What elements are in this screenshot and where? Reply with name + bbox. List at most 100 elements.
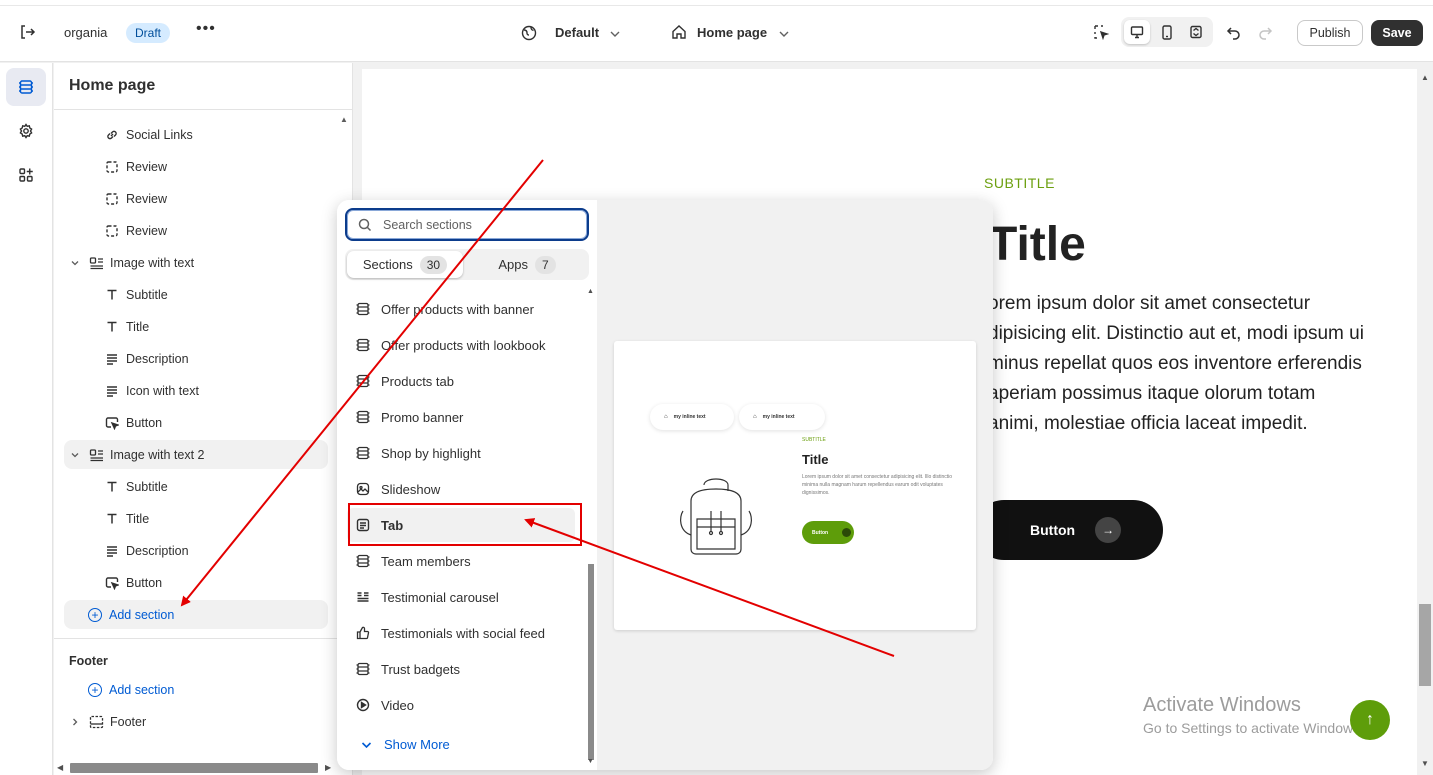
section-option[interactable]: Products tab bbox=[347, 364, 575, 398]
tree-block-social-links[interactable]: Social Links bbox=[64, 120, 328, 149]
inspector-icon[interactable] bbox=[1093, 24, 1110, 41]
bag-icon: ⌂ bbox=[753, 414, 757, 420]
settings-rail-button[interactable] bbox=[6, 112, 46, 150]
plus-circle-icon: + bbox=[88, 682, 102, 697]
backpack-illustration bbox=[680, 478, 752, 555]
section-option-label: Shop by highlight bbox=[381, 445, 481, 461]
desktop-view-button[interactable] bbox=[1124, 20, 1150, 44]
more-actions-button[interactable]: ••• bbox=[196, 20, 216, 38]
scroll-down-arrow[interactable]: ▼ bbox=[587, 758, 594, 765]
tree-row-label: Title bbox=[126, 319, 150, 334]
section-list-panel: Sections 30 Apps 7 Offer products with b… bbox=[337, 200, 597, 770]
tree-block-review[interactable]: Review bbox=[64, 152, 328, 181]
show-more-button[interactable]: Show More bbox=[361, 737, 450, 752]
scroll-up-arrow[interactable]: ▲ bbox=[340, 115, 348, 124]
section-option[interactable]: Slideshow bbox=[347, 472, 575, 506]
picker-scrollbar[interactable]: ▲ ▼ bbox=[586, 288, 596, 766]
preview-chip: ⌂ my inline text bbox=[739, 404, 825, 430]
tree-section-image-with-text-2[interactable]: Image with text 2 bbox=[64, 440, 328, 469]
search-sections[interactable] bbox=[345, 208, 589, 241]
tree-block-review[interactable]: Review bbox=[64, 184, 328, 213]
section-option[interactable]: Offer products with banner bbox=[347, 292, 575, 326]
scroll-to-top-button[interactable]: ↑ bbox=[1350, 700, 1390, 740]
tree-block-review[interactable]: Review bbox=[64, 216, 328, 245]
text-icon bbox=[104, 511, 120, 527]
device-toggle bbox=[1121, 17, 1213, 47]
card-title: Title bbox=[802, 452, 829, 467]
theme-selector[interactable]: Default bbox=[555, 25, 599, 40]
section-option[interactable]: Team members bbox=[347, 544, 575, 578]
page-selector[interactable]: Home page bbox=[697, 25, 767, 40]
chevron-down-icon[interactable] bbox=[609, 27, 621, 42]
text-icon bbox=[104, 479, 120, 495]
chevron-down-icon[interactable] bbox=[778, 27, 790, 42]
tree-block-icon-with-text[interactable]: Icon with text bbox=[64, 376, 328, 405]
preview-chip: ⌂ my inline text bbox=[650, 404, 734, 430]
tree-row-label: Review bbox=[126, 223, 167, 238]
tree-section-image-with-text[interactable]: Image with text bbox=[64, 248, 328, 277]
save-button[interactable]: Save bbox=[1371, 20, 1423, 46]
apps-rail-button[interactable] bbox=[6, 156, 46, 194]
section-option-label: Video bbox=[381, 697, 415, 713]
tab-label: Apps bbox=[498, 257, 528, 272]
home-icon[interactable] bbox=[671, 24, 687, 40]
footer-add-section-button[interactable]: + Add section bbox=[64, 675, 328, 704]
tree-block-subtitle[interactable]: Subtitle bbox=[64, 472, 328, 501]
tab-highlight-annotation bbox=[348, 503, 582, 546]
undo-icon[interactable] bbox=[1226, 24, 1242, 43]
tree-block-button[interactable]: Button bbox=[64, 568, 328, 597]
tree-block-description[interactable]: Description bbox=[64, 344, 328, 373]
tree-block-description[interactable]: Description bbox=[64, 536, 328, 565]
card-button: Button bbox=[802, 521, 854, 544]
lines-icon bbox=[104, 351, 120, 367]
tab-sections[interactable]: Sections 30 bbox=[347, 251, 463, 278]
chevron-down-icon[interactable] bbox=[68, 451, 82, 459]
section-option-label: Testimonial carousel bbox=[381, 589, 499, 605]
section-option-label: Trust badgets bbox=[381, 661, 461, 677]
preview-vertical-scrollbar[interactable]: ▲ ▼ bbox=[1417, 69, 1433, 775]
sidebar-title: Home page bbox=[69, 77, 156, 94]
scrollbar-thumb[interactable] bbox=[588, 564, 594, 760]
carousel-icon bbox=[355, 589, 371, 605]
section-option[interactable]: Shop by highlight bbox=[347, 436, 575, 470]
section-option[interactable]: Offer products with lookbook bbox=[347, 328, 575, 362]
fullscreen-view-button[interactable] bbox=[1183, 20, 1209, 44]
globe-icon[interactable] bbox=[521, 25, 537, 41]
publish-button[interactable]: Publish bbox=[1297, 20, 1363, 46]
preview-button-label: Button bbox=[1030, 522, 1076, 538]
desktop-icon bbox=[1130, 26, 1144, 39]
scroll-up-arrow[interactable]: ▲ bbox=[587, 288, 594, 295]
tree-block-title[interactable]: Title bbox=[64, 504, 328, 533]
tab-apps[interactable]: Apps 7 bbox=[467, 251, 587, 278]
scroll-left-arrow[interactable]: ◀ bbox=[57, 763, 63, 772]
section-option[interactable]: Testimonial carousel bbox=[347, 580, 575, 614]
section-option[interactable]: Trust badgets bbox=[347, 652, 575, 686]
sections-rail-button[interactable] bbox=[6, 68, 46, 106]
scrollbar-thumb[interactable] bbox=[1419, 604, 1431, 686]
scroll-down-arrow[interactable]: ▼ bbox=[1421, 759, 1429, 768]
tree-section-footer[interactable]: Footer bbox=[64, 707, 328, 736]
section-option[interactable]: Video bbox=[347, 688, 575, 722]
exit-icon[interactable] bbox=[18, 23, 36, 41]
preview-title: Title bbox=[988, 218, 1086, 271]
section-option[interactable]: Promo banner bbox=[347, 400, 575, 434]
chevron-right-icon[interactable] bbox=[68, 717, 82, 727]
section-option-label: Team members bbox=[381, 553, 471, 569]
tree-row-label: Social Links bbox=[126, 127, 193, 142]
search-icon bbox=[358, 218, 372, 235]
sidebar-horizontal-scrollbar[interactable]: ◀ ▶ bbox=[57, 761, 333, 775]
add-section-button[interactable]: + Add section bbox=[64, 600, 328, 629]
preview-button[interactable]: Button → bbox=[974, 500, 1163, 560]
scroll-right-arrow[interactable]: ▶ bbox=[325, 763, 331, 772]
scroll-up-arrow[interactable]: ▲ bbox=[1421, 73, 1429, 82]
tree-block-button[interactable]: Button bbox=[64, 408, 328, 437]
tree-block-subtitle[interactable]: Subtitle bbox=[64, 280, 328, 309]
scrollbar-thumb[interactable] bbox=[70, 763, 318, 773]
search-input[interactable] bbox=[383, 216, 578, 234]
redo-icon[interactable] bbox=[1257, 24, 1273, 43]
chevron-down-icon[interactable] bbox=[68, 259, 82, 267]
footer-divider bbox=[54, 638, 352, 639]
tree-block-title[interactable]: Title bbox=[64, 312, 328, 341]
mobile-view-button[interactable] bbox=[1154, 20, 1180, 44]
section-option[interactable]: Testimonials with social feed bbox=[347, 616, 575, 650]
